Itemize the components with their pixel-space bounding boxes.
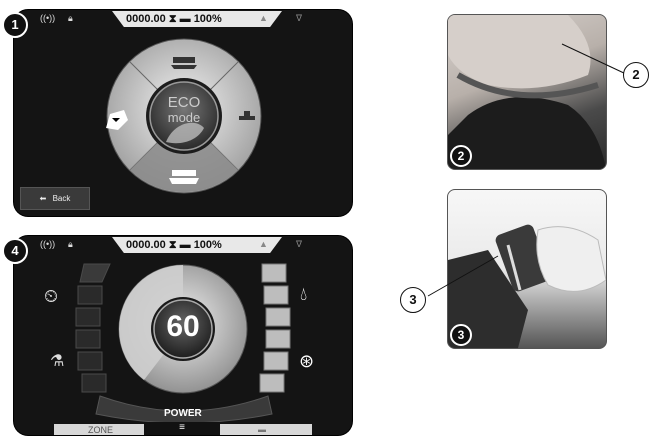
hand-illustration bbox=[448, 15, 606, 169]
water-drop-icon[interactable]: 💧︎ bbox=[300, 284, 307, 305]
callout-2: 2 bbox=[623, 62, 649, 88]
left-level-bar bbox=[75, 263, 111, 393]
speed-value: 60 bbox=[166, 310, 200, 343]
speedometer-icon: ⏲ bbox=[44, 286, 59, 306]
mode-text: mode bbox=[167, 110, 201, 125]
power-label: POWER bbox=[164, 408, 202, 419]
fan-icon[interactable]: ⊛ bbox=[299, 351, 314, 372]
drive-screen: ((•)) 🔒︎ 0000.00 ⧗ ▬ 100% ▲ ∇ 60 ⏲ ⚗ 💧︎ … bbox=[14, 236, 352, 435]
brush-deck-tab-icon[interactable]: ▬ bbox=[258, 425, 266, 434]
photo-badge-2: 2 bbox=[450, 145, 472, 167]
arrow-left-icon: ⬅ bbox=[39, 194, 47, 203]
leader-line-2 bbox=[561, 43, 627, 75]
eco-mode-screen: ((•)) 🔒︎ 0000.00 ⧗ ▬ 100% ▲ ∇ ECO mode ⬅… bbox=[14, 10, 352, 216]
photo-badge-3: 3 bbox=[450, 324, 472, 346]
tab-zone[interactable]: ZONE bbox=[88, 425, 113, 435]
back-label: Back bbox=[52, 194, 71, 203]
detergent-icon: ⚗ bbox=[50, 353, 65, 370]
eco-mode-label[interactable]: ECO mode bbox=[165, 95, 203, 125]
screen-badge-1: 1 bbox=[2, 12, 28, 38]
menu-icon: ≡ bbox=[179, 422, 185, 433]
screen-badge-4: 4 bbox=[2, 238, 28, 264]
leader-line-3 bbox=[427, 255, 499, 297]
right-level-bar bbox=[259, 263, 291, 393]
photo-filter-removal: 2 bbox=[447, 14, 607, 170]
brush-deck-top-icon[interactable] bbox=[171, 57, 197, 69]
tab-menu[interactable]: ≡ bbox=[144, 422, 220, 435]
back-button[interactable]: ⬅ Back bbox=[20, 187, 90, 210]
callout-3: 3 bbox=[400, 287, 426, 313]
eco-text: ECO bbox=[167, 94, 201, 111]
